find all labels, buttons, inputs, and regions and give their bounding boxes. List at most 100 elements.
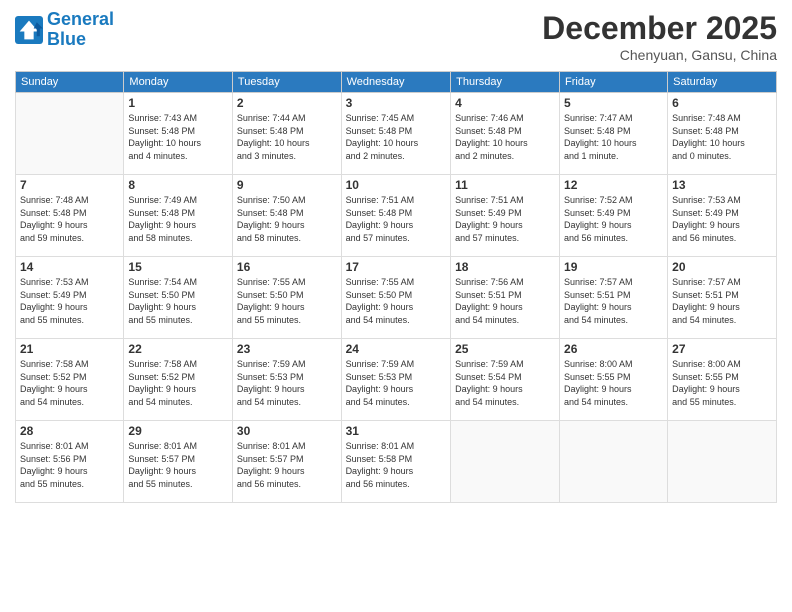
day-number: 18 <box>455 260 555 274</box>
day-info: Sunrise: 7:58 AM Sunset: 5:52 PM Dayligh… <box>128 358 228 408</box>
calendar-cell: 20 Sunrise: 7:57 AM Sunset: 5:51 PM Dayli… <box>668 257 777 339</box>
calendar-cell: 17 Sunrise: 7:55 AM Sunset: 5:50 PM Dayli… <box>341 257 451 339</box>
day-info: Sunrise: 8:00 AM Sunset: 5:55 PM Dayligh… <box>564 358 663 408</box>
day-info: Sunrise: 7:55 AM Sunset: 5:50 PM Dayligh… <box>346 276 447 326</box>
day-number: 30 <box>237 424 337 438</box>
calendar-cell: 11Sunrise: 7:51 AM Sunset: 5:49 PM Dayli… <box>451 175 560 257</box>
day-info: Sunrise: 7:52 AM Sunset: 5:49 PM Dayligh… <box>564 194 663 244</box>
day-info: Sunrise: 7:53 AM Sunset: 5:49 PM Dayligh… <box>672 194 772 244</box>
calendar-body: 1 Sunrise: 7:43 AM Sunset: 5:48 PM Daylig… <box>16 93 777 503</box>
day-number: 9 <box>237 178 337 192</box>
day-info: Sunrise: 8:01 AM Sunset: 5:57 PM Dayligh… <box>237 440 337 490</box>
day-info: Sunrise: 8:00 AM Sunset: 5:55 PM Dayligh… <box>672 358 772 408</box>
calendar-cell: 31Sunrise: 8:01 AM Sunset: 5:58 PM Dayli… <box>341 421 451 503</box>
page: General Blue December 2025 Chenyuan, Gan… <box>0 0 792 612</box>
day-number: 13 <box>672 178 772 192</box>
calendar-cell: 27 Sunrise: 8:00 AM Sunset: 5:55 PM Dayli… <box>668 339 777 421</box>
calendar-cell: 29Sunrise: 8:01 AM Sunset: 5:57 PM Dayli… <box>124 421 233 503</box>
day-info: Sunrise: 7:53 AM Sunset: 5:49 PM Dayligh… <box>20 276 119 326</box>
day-info: Sunrise: 7:48 AM Sunset: 5:48 PM Dayligh… <box>20 194 119 244</box>
calendar-cell: 8 Sunrise: 7:49 AM Sunset: 5:48 PM Daylig… <box>124 175 233 257</box>
day-number: 11 <box>455 178 555 192</box>
day-info: Sunrise: 7:49 AM Sunset: 5:48 PM Dayligh… <box>128 194 228 244</box>
calendar-cell <box>451 421 560 503</box>
day-info: Sunrise: 7:51 AM Sunset: 5:48 PM Dayligh… <box>346 194 447 244</box>
day-number: 25 <box>455 342 555 356</box>
calendar-cell: 10 Sunrise: 7:51 AM Sunset: 5:48 PM Dayli… <box>341 175 451 257</box>
calendar-cell: 1 Sunrise: 7:43 AM Sunset: 5:48 PM Daylig… <box>124 93 233 175</box>
day-number: 8 <box>128 178 228 192</box>
day-number: 24 <box>346 342 447 356</box>
day-number: 31 <box>346 424 447 438</box>
col-monday: Monday <box>124 72 233 93</box>
month-title: December 2025 <box>542 10 777 47</box>
logo-text: General Blue <box>47 10 114 50</box>
day-info: Sunrise: 7:45 AM Sunset: 5:48 PM Dayligh… <box>346 112 447 162</box>
calendar-cell: 22 Sunrise: 7:58 AM Sunset: 5:52 PM Dayli… <box>124 339 233 421</box>
day-info: Sunrise: 7:46 AM Sunset: 5:48 PM Dayligh… <box>455 112 555 162</box>
header: General Blue December 2025 Chenyuan, Gan… <box>15 10 777 63</box>
day-info: Sunrise: 7:56 AM Sunset: 5:51 PM Dayligh… <box>455 276 555 326</box>
day-info: Sunrise: 7:54 AM Sunset: 5:50 PM Dayligh… <box>128 276 228 326</box>
col-wednesday: Wednesday <box>341 72 451 93</box>
day-info: Sunrise: 7:59 AM Sunset: 5:53 PM Dayligh… <box>237 358 337 408</box>
day-number: 5 <box>564 96 663 110</box>
day-number: 1 <box>128 96 228 110</box>
col-tuesday: Tuesday <box>232 72 341 93</box>
day-number: 26 <box>564 342 663 356</box>
day-number: 12 <box>564 178 663 192</box>
day-info: Sunrise: 7:48 AM Sunset: 5:48 PM Dayligh… <box>672 112 772 162</box>
calendar-cell: 26 Sunrise: 8:00 AM Sunset: 5:55 PM Dayli… <box>560 339 668 421</box>
calendar-cell: 12 Sunrise: 7:52 AM Sunset: 5:49 PM Dayli… <box>560 175 668 257</box>
col-saturday: Saturday <box>668 72 777 93</box>
day-number: 10 <box>346 178 447 192</box>
day-number: 6 <box>672 96 772 110</box>
calendar-cell: 28Sunrise: 8:01 AM Sunset: 5:56 PM Dayli… <box>16 421 124 503</box>
day-info: Sunrise: 7:44 AM Sunset: 5:48 PM Dayligh… <box>237 112 337 162</box>
calendar-week-3: 21Sunrise: 7:58 AM Sunset: 5:52 PM Dayli… <box>16 339 777 421</box>
logo-icon <box>15 16 43 44</box>
day-info: Sunrise: 8:01 AM Sunset: 5:57 PM Dayligh… <box>128 440 228 490</box>
day-info: Sunrise: 7:59 AM Sunset: 5:54 PM Dayligh… <box>455 358 555 408</box>
calendar-cell: 13 Sunrise: 7:53 AM Sunset: 5:49 PM Dayli… <box>668 175 777 257</box>
day-number: 16 <box>237 260 337 274</box>
calendar-cell: 18 Sunrise: 7:56 AM Sunset: 5:51 PM Dayli… <box>451 257 560 339</box>
calendar-cell: 25 Sunrise: 7:59 AM Sunset: 5:54 PM Dayli… <box>451 339 560 421</box>
day-number: 22 <box>128 342 228 356</box>
header-row: Sunday Monday Tuesday Wednesday Thursday… <box>16 72 777 93</box>
day-number: 3 <box>346 96 447 110</box>
day-number: 2 <box>237 96 337 110</box>
day-number: 27 <box>672 342 772 356</box>
calendar-cell: 9 Sunrise: 7:50 AM Sunset: 5:48 PM Daylig… <box>232 175 341 257</box>
calendar-cell <box>16 93 124 175</box>
day-number: 19 <box>564 260 663 274</box>
location: Chenyuan, Gansu, China <box>542 47 777 63</box>
calendar-cell: 4 Sunrise: 7:46 AM Sunset: 5:48 PM Daylig… <box>451 93 560 175</box>
day-info: Sunrise: 7:58 AM Sunset: 5:52 PM Dayligh… <box>20 358 119 408</box>
col-friday: Friday <box>560 72 668 93</box>
day-info: Sunrise: 7:57 AM Sunset: 5:51 PM Dayligh… <box>564 276 663 326</box>
calendar-cell: 21Sunrise: 7:58 AM Sunset: 5:52 PM Dayli… <box>16 339 124 421</box>
day-info: Sunrise: 7:57 AM Sunset: 5:51 PM Dayligh… <box>672 276 772 326</box>
calendar-week-0: 1 Sunrise: 7:43 AM Sunset: 5:48 PM Daylig… <box>16 93 777 175</box>
logo: General Blue <box>15 10 114 50</box>
calendar-week-4: 28Sunrise: 8:01 AM Sunset: 5:56 PM Dayli… <box>16 421 777 503</box>
calendar-cell: 3 Sunrise: 7:45 AM Sunset: 5:48 PM Daylig… <box>341 93 451 175</box>
day-number: 4 <box>455 96 555 110</box>
calendar-cell: 15Sunrise: 7:54 AM Sunset: 5:50 PM Dayli… <box>124 257 233 339</box>
calendar-week-1: 7 Sunrise: 7:48 AM Sunset: 5:48 PM Daylig… <box>16 175 777 257</box>
title-block: December 2025 Chenyuan, Gansu, China <box>542 10 777 63</box>
logo-blue: Blue <box>47 29 86 49</box>
day-number: 7 <box>20 178 119 192</box>
calendar-cell: 30 Sunrise: 8:01 AM Sunset: 5:57 PM Dayli… <box>232 421 341 503</box>
day-info: Sunrise: 7:50 AM Sunset: 5:48 PM Dayligh… <box>237 194 337 244</box>
day-number: 17 <box>346 260 447 274</box>
day-number: 28 <box>20 424 119 438</box>
calendar-cell: 2 Sunrise: 7:44 AM Sunset: 5:48 PM Daylig… <box>232 93 341 175</box>
day-number: 20 <box>672 260 772 274</box>
calendar-cell <box>560 421 668 503</box>
calendar-cell: 16Sunrise: 7:55 AM Sunset: 5:50 PM Dayli… <box>232 257 341 339</box>
calendar-table: Sunday Monday Tuesday Wednesday Thursday… <box>15 71 777 503</box>
day-number: 23 <box>237 342 337 356</box>
day-info: Sunrise: 7:43 AM Sunset: 5:48 PM Dayligh… <box>128 112 228 162</box>
